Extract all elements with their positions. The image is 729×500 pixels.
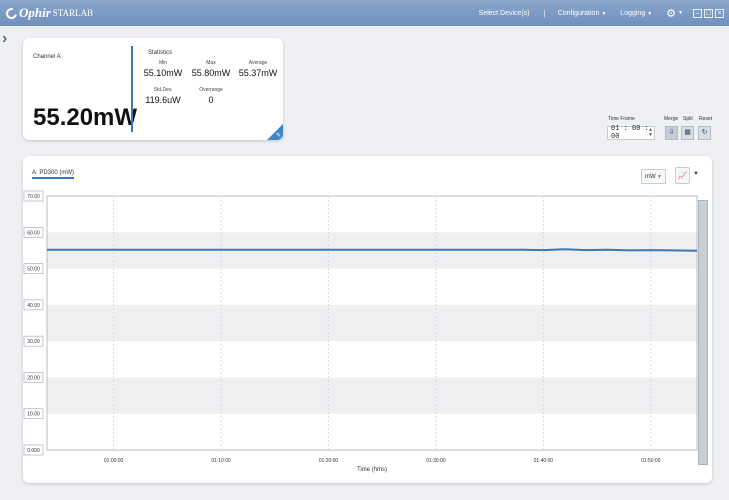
logging-label: Logging	[620, 9, 646, 17]
stat-value: 55.37mW	[238, 68, 278, 78]
stat-overrange: Overrange 0	[189, 87, 233, 105]
y-tick-label: 70.00	[27, 194, 40, 200]
merge-button[interactable]: ⇩	[665, 126, 678, 140]
menu-separator: |	[543, 8, 546, 18]
split-label: Split	[683, 116, 693, 122]
stat-label: Std.Dev.	[153, 87, 173, 93]
title-bar: Ophir STARLAB Select Device(s) | Configu…	[0, 0, 729, 26]
stat-min: Min 55.10mW	[141, 60, 185, 78]
stat-label: Max	[206, 60, 216, 66]
configuration-label: Configuration	[557, 9, 600, 17]
logo-sub-text: STARLAB	[52, 8, 94, 18]
scrollbar-thumb[interactable]	[699, 201, 707, 464]
gear-icon: ⚙	[666, 7, 677, 20]
x-tick-label: 01:50:00	[641, 458, 661, 464]
ophir-logo: Ophir STARLAB	[3, 0, 94, 26]
reset-icon: ↻	[701, 129, 708, 136]
channel-card: Channel A 55.20mW Statistics Min 55.10mW…	[23, 38, 283, 140]
y-tick-label: 0.000	[27, 448, 40, 454]
split-button[interactable]: ▦	[681, 126, 694, 140]
series-line	[47, 248, 698, 252]
top-menu: Select Device(s) | Configuration ▼ Loggin…	[479, 0, 729, 26]
close-button[interactable]: ×	[715, 8, 724, 18]
logo-text: Ophir	[19, 5, 51, 20]
grid-icon: ▦	[684, 129, 691, 136]
time-frame-input[interactable]: 01 : 00 : 00 ▲ ▼	[607, 125, 655, 141]
x-tick-label: 01:00:00	[104, 458, 124, 464]
logging-menu[interactable]: Logging ▼	[620, 10, 652, 17]
stat-value: 55.10mW	[143, 68, 183, 78]
time-frame-value: 01 : 00 : 00	[611, 125, 649, 141]
grid-band	[47, 377, 697, 414]
merge-label: Merge	[664, 116, 679, 122]
power-chart: 01:00:00 01:10:00 01:20:00 01:30:00 01:40:00…	[23, 190, 698, 473]
chart-card: A: PD300 (mW) mW ▼ 📈 ▼ 01:00:00 01:10:00 0…	[23, 156, 712, 483]
y-tick-label: 60.00	[27, 230, 40, 236]
x-tick-label: 01:30:00	[426, 458, 446, 464]
y-tick-label: 10.00	[27, 412, 40, 418]
channel-settings-button[interactable]: ✎	[267, 124, 283, 140]
caret-down-icon: ▼	[647, 10, 653, 17]
x-tick-label: 01:10:00	[211, 458, 231, 464]
grid-band	[47, 304, 697, 342]
merge-icon: ⇩	[668, 129, 675, 136]
select-devices-menu[interactable]: Select Device(s)	[479, 10, 530, 17]
statistics-title: Statistics	[148, 50, 173, 56]
stat-label: Min	[158, 60, 168, 66]
time-frame-label: Time Frame	[608, 116, 635, 122]
stat-value: 55.80mW	[191, 68, 231, 78]
x-tick-label: 01:40:00	[534, 458, 554, 464]
y-tick-label: 20.00	[27, 375, 40, 381]
configuration-menu[interactable]: Configuration ▼	[558, 10, 607, 17]
reset-label: Reset	[699, 116, 713, 122]
pencil-icon: ✎	[275, 133, 281, 139]
reset-button[interactable]: ↻	[698, 126, 711, 140]
stat-label: Overrange	[199, 87, 223, 93]
caret-down-icon: ▼	[601, 10, 607, 17]
caret-down-icon: ▼	[678, 10, 683, 16]
channel-name: Channel A	[33, 54, 61, 60]
settings-menu[interactable]: ⚙ ▼	[666, 7, 683, 20]
main-reading: 55.20mW	[33, 104, 138, 131]
y-tick-label: 40.00	[27, 303, 40, 309]
ophir-logo-icon	[3, 5, 20, 21]
spinner-icon[interactable]: ▲ ▼	[649, 128, 652, 138]
stat-max: Max 55.80mW	[189, 60, 233, 78]
stat-value: 119.6uW	[145, 95, 181, 105]
vertical-scrollbar[interactable]	[698, 200, 708, 465]
stat-std-dev: Std.Dev. 119.6uW	[141, 87, 185, 105]
stat-label: Average	[248, 60, 268, 66]
y-tick-label: 30.00	[27, 339, 40, 345]
y-tick-label: 50.00	[27, 267, 40, 273]
x-tick-label: 01:20:00	[319, 458, 339, 464]
stat-value: 0	[208, 95, 214, 105]
stat-average: Average 55.37mW	[236, 60, 280, 78]
maximize-button[interactable]: □	[704, 8, 713, 18]
channel-divider	[131, 46, 133, 132]
minimize-button[interactable]: –	[693, 8, 702, 18]
x-axis-label: Time (hms)	[357, 467, 387, 473]
expand-panel-chevron-icon[interactable]: ›	[2, 30, 12, 48]
